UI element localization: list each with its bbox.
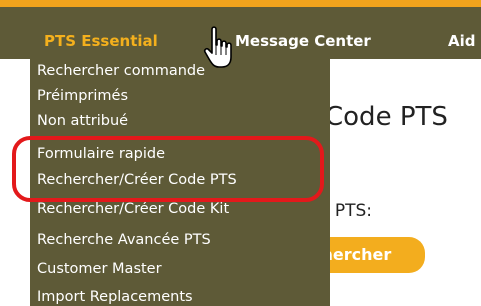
menu-item-rechercher-creer-code-kit[interactable]: Rechercher/Créer Code Kit xyxy=(37,199,229,219)
nav-aide[interactable]: Aid xyxy=(448,31,476,51)
menu-item-non-attribue[interactable]: Non attribué xyxy=(37,111,128,131)
menu-item-import-replacements[interactable]: Import Replacements xyxy=(37,287,193,306)
top-navbar: PTS Essential Message Center Aid xyxy=(0,7,481,59)
hand-pointer-icon xyxy=(203,26,232,68)
red-highlight-annotation xyxy=(12,136,324,202)
nav-pts-essential[interactable]: PTS Essential xyxy=(44,31,158,51)
menu-item-preimprimes[interactable]: Préimprimés xyxy=(37,86,128,106)
menu-item-rechercher-commande[interactable]: Rechercher commande xyxy=(37,61,205,81)
menu-item-recherche-avancee-pts[interactable]: Recherche Avancée PTS xyxy=(37,230,211,250)
page-title: Code PTS xyxy=(325,102,448,132)
nav-message-center[interactable]: Message Center xyxy=(235,31,371,51)
top-accent-strip xyxy=(0,0,481,7)
menu-item-customer-master[interactable]: Customer Master xyxy=(37,259,162,279)
